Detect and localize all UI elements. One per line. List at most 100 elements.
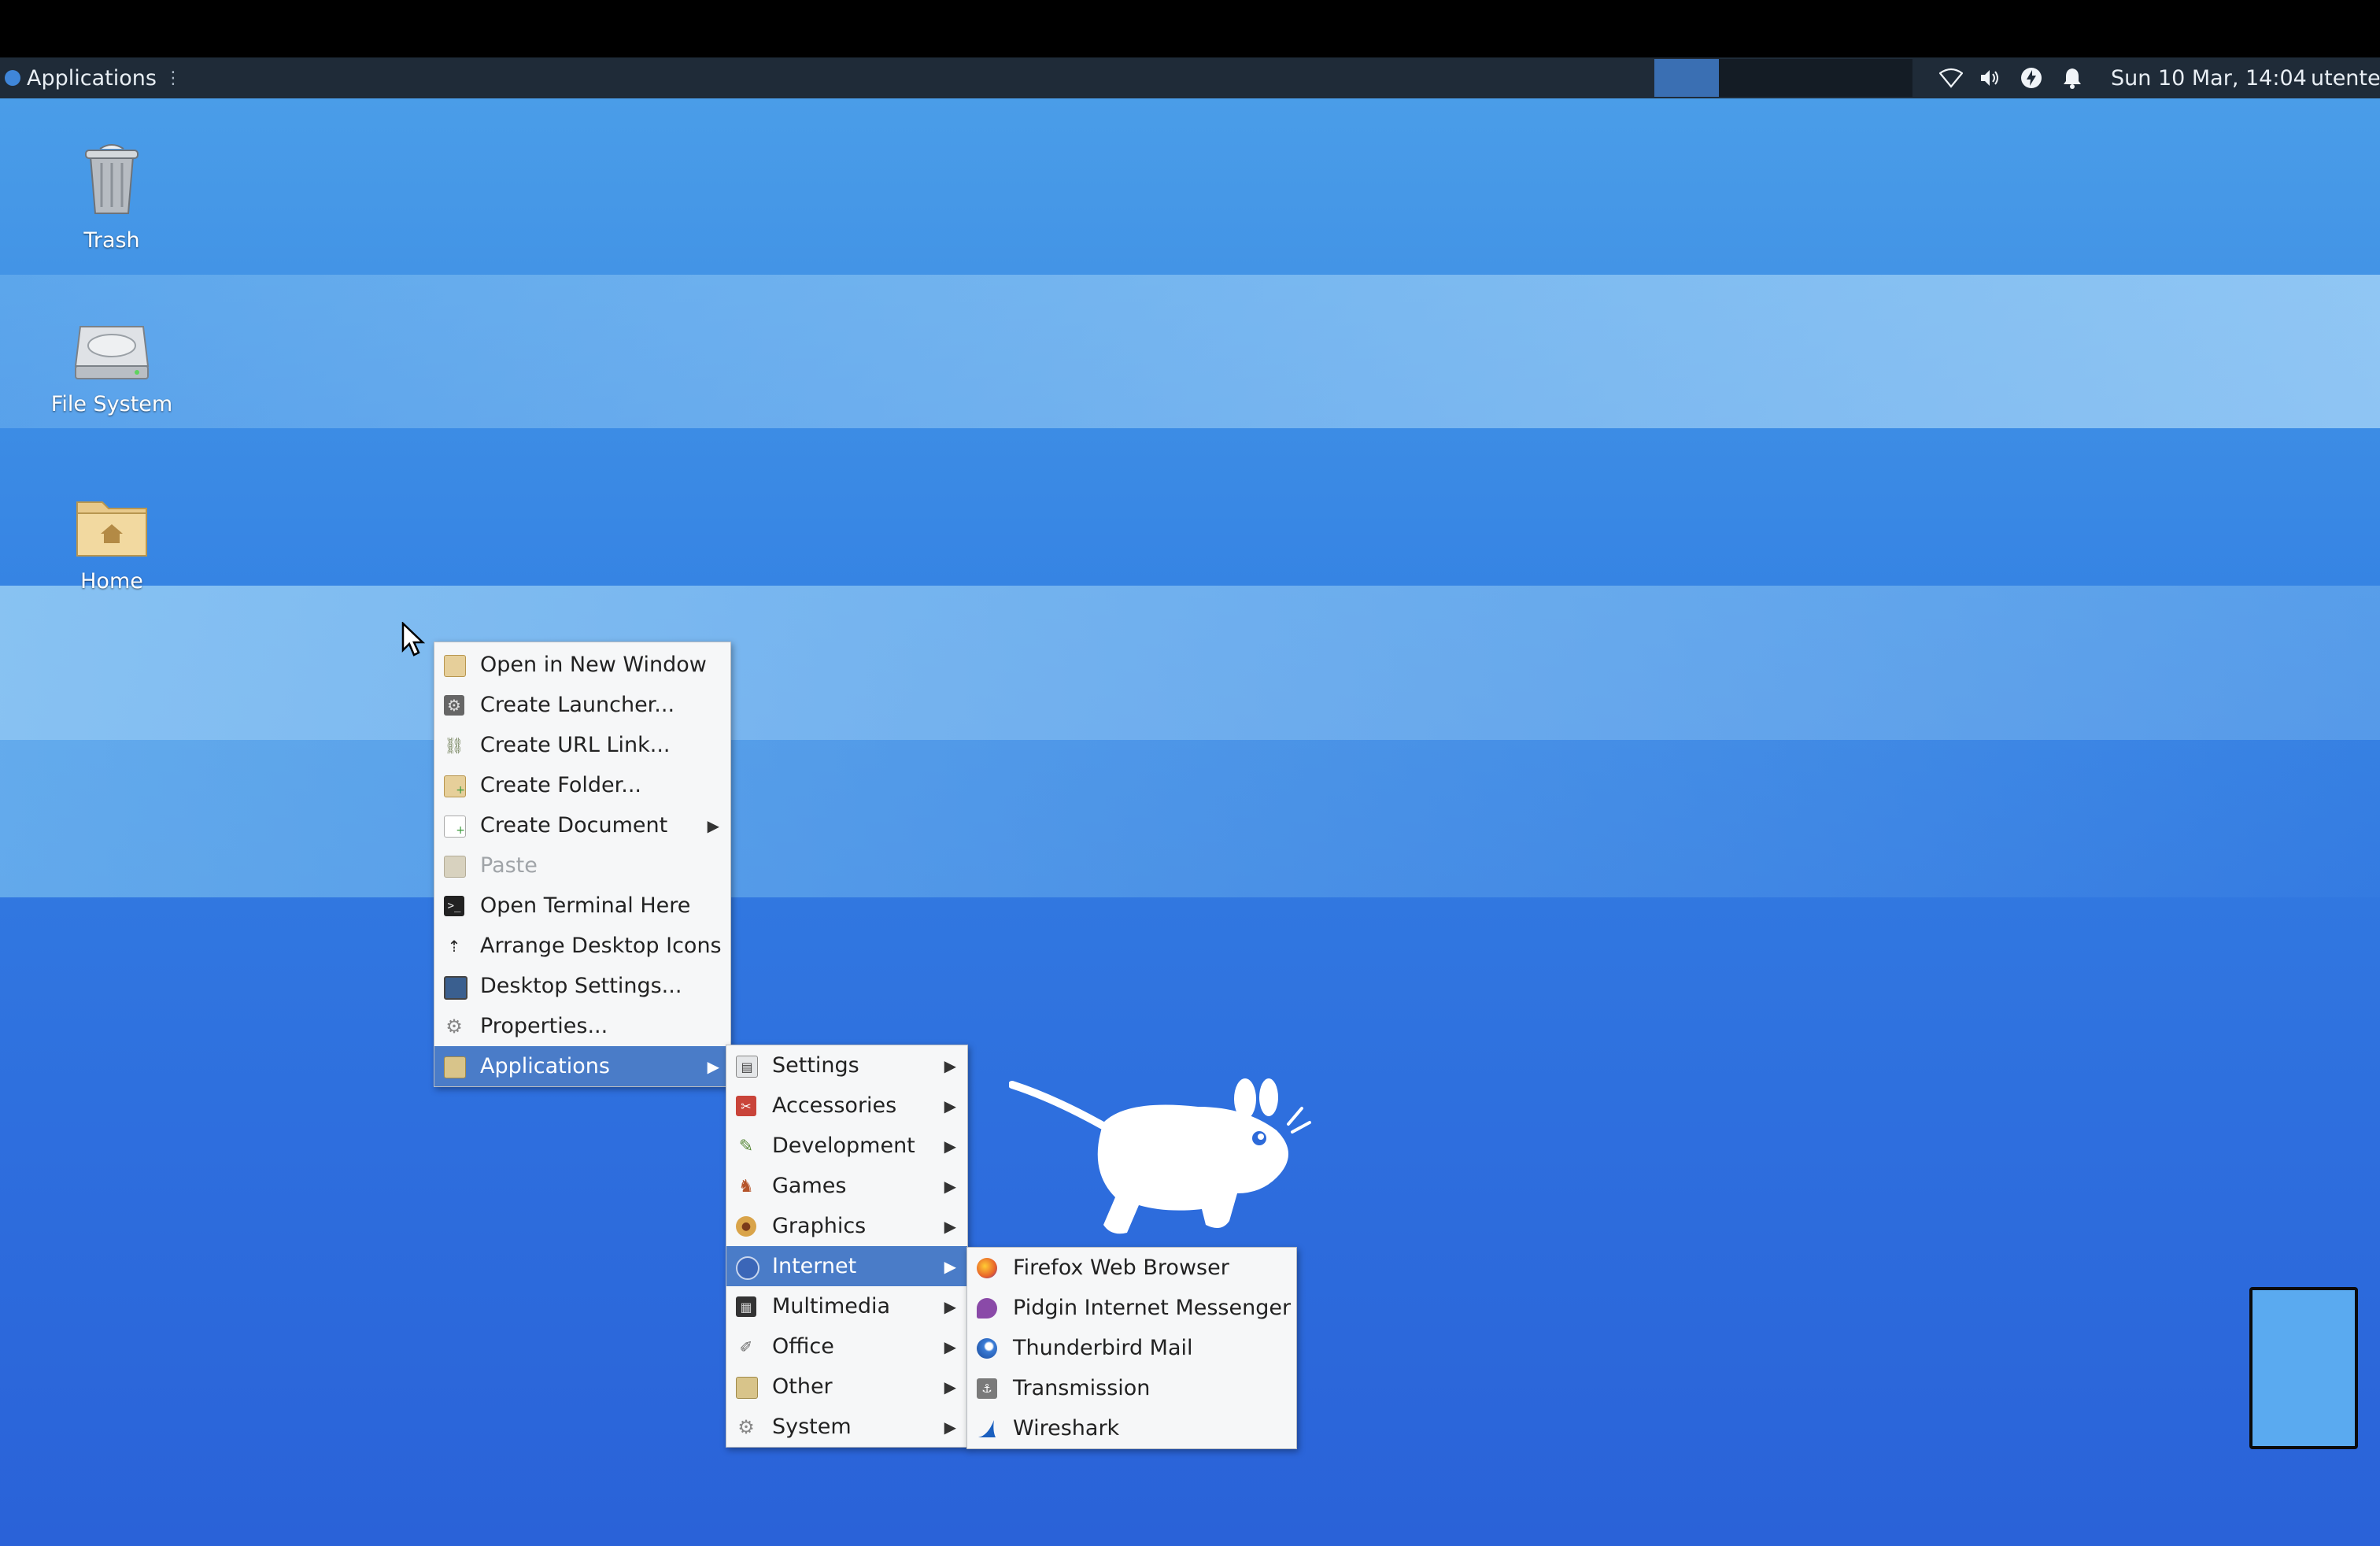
menu-item-label: Settings: [772, 1053, 859, 1078]
submenu-arrow-icon: ▶: [707, 1057, 719, 1076]
mouse-cursor-icon: [401, 622, 425, 656]
menu-item-label: Create Launcher...: [480, 693, 675, 717]
menu-item-development[interactable]: ✎ Development ▶: [726, 1126, 967, 1166]
menu-item-other[interactable]: Other ▶: [726, 1367, 967, 1407]
menu-item-label: Graphics: [772, 1214, 867, 1238]
submenu-arrow-icon: ▶: [944, 1217, 956, 1236]
menu-item-desktop-settings[interactable]: Desktop Settings...: [434, 966, 730, 1006]
top-panel: Applications ⋮ Sun 10 Mar, 14:04 utente: [0, 57, 2380, 99]
menu-item-accessories[interactable]: ✂ Accessories ▶: [726, 1086, 967, 1126]
workspace-4[interactable]: [1848, 59, 1913, 97]
desktop-context-menu: Open in New Window ⚙ Create Launcher... …: [434, 642, 731, 1087]
link-icon: ⛓: [444, 736, 464, 755]
workspace-3[interactable]: [1783, 59, 1848, 97]
submenu-arrow-icon: ▶: [944, 1257, 956, 1276]
applications-menu-button[interactable]: Applications ⋮: [5, 57, 182, 98]
menu-item-label: Pidgin Internet Messenger: [1013, 1296, 1292, 1320]
wallpaper-band: [0, 275, 2380, 428]
wallpaper-band: [0, 586, 2380, 740]
menu-item-create-launcher[interactable]: ⚙ Create Launcher...: [434, 685, 730, 725]
applications-icon: [444, 1056, 466, 1078]
menu-item-applications[interactable]: Applications ▶: [434, 1046, 730, 1086]
menu-item-label: Applications: [480, 1054, 610, 1078]
applications-label: Applications: [27, 65, 157, 91]
pidgin-icon: [977, 1298, 997, 1319]
menu-item-label: Internet: [772, 1254, 857, 1278]
menu-item-label: Other: [772, 1374, 833, 1399]
user-menu[interactable]: utente: [2311, 57, 2380, 98]
menu-item-settings[interactable]: ▤ Settings ▶: [726, 1045, 967, 1086]
menu-item-label: Create Document: [480, 813, 668, 838]
panel-grip-icon: ⋮: [164, 68, 182, 88]
menu-item-properties[interactable]: ⚙ Properties...: [434, 1006, 730, 1046]
home-folder-icon: [76, 501, 147, 557]
menu-item-label: Development: [772, 1134, 915, 1158]
volume-icon[interactable]: [1977, 65, 2004, 91]
firefox-icon: [977, 1258, 997, 1278]
window-preview[interactable]: [2249, 1287, 2358, 1449]
desktop-icon-trash[interactable]: Trash: [33, 139, 190, 253]
panel-clock[interactable]: Sun 10 Mar, 14:04: [2111, 57, 2307, 98]
trash-icon: [85, 144, 139, 214]
menu-item-create-document[interactable]: + Create Document ▶: [434, 805, 730, 845]
internet-submenu: Firefox Web Browser Pidgin Internet Mess…: [966, 1247, 1297, 1449]
menu-item-internet[interactable]: Internet ▶: [726, 1246, 967, 1286]
submenu-arrow-icon: ▶: [944, 1137, 956, 1156]
folder-icon: [444, 655, 466, 677]
office-icon: ✐: [739, 1337, 753, 1356]
desktop-icon-filesystem[interactable]: File System: [33, 319, 190, 416]
menu-item-office[interactable]: ✐ Office ▶: [726, 1326, 967, 1367]
menu-item-wireshark[interactable]: Wireshark: [967, 1408, 1296, 1448]
menu-item-system[interactable]: ⚙ System ▶: [726, 1407, 967, 1447]
power-icon[interactable]: [2018, 65, 2045, 91]
launcher-icon: ⚙: [444, 695, 464, 716]
menu-item-pidgin[interactable]: Pidgin Internet Messenger: [967, 1288, 1296, 1328]
paste-icon: [444, 856, 466, 878]
accessories-icon: ✂: [736, 1096, 756, 1116]
workspace-1[interactable]: [1654, 59, 1719, 97]
menu-item-label: Open in New Window: [480, 653, 707, 677]
terminal-icon: >_: [444, 896, 464, 916]
submenu-arrow-icon: ▶: [944, 1418, 956, 1437]
menu-item-graphics[interactable]: ● Graphics ▶: [726, 1206, 967, 1246]
menu-item-games[interactable]: ♞ Games ▶: [726, 1166, 967, 1206]
monitor-icon: [444, 976, 468, 1000]
menu-item-transmission[interactable]: ⚓ Transmission: [967, 1368, 1296, 1408]
games-icon: ♞: [738, 1176, 754, 1196]
menu-item-label: Accessories: [772, 1093, 897, 1118]
top-black-bar: [0, 0, 2380, 57]
menu-item-arrange-icons[interactable]: ⇡ Arrange Desktop Icons: [434, 926, 730, 966]
desktop-icon-label: Home: [80, 569, 143, 594]
bell-icon[interactable]: [2059, 65, 2086, 91]
submenu-arrow-icon: ▶: [944, 1177, 956, 1196]
wifi-icon[interactable]: [1938, 65, 1964, 91]
submenu-arrow-icon: ▶: [944, 1097, 956, 1115]
menu-item-create-url-link[interactable]: ⛓ Create URL Link...: [434, 725, 730, 765]
menu-item-create-folder[interactable]: + Create Folder...: [434, 765, 730, 805]
xfce-mouse-logo: [1009, 1078, 1311, 1234]
menu-item-label: Open Terminal Here: [480, 893, 691, 918]
menu-item-open-new-window[interactable]: Open in New Window: [434, 645, 730, 685]
workspace-2[interactable]: [1719, 59, 1783, 97]
menu-item-label: Paste: [480, 853, 538, 878]
menu-item-label: Properties...: [480, 1014, 608, 1038]
menu-item-label: Desktop Settings...: [480, 974, 682, 998]
desktop-icon-label: Trash: [83, 228, 140, 253]
desktop-icon-home[interactable]: Home: [33, 496, 190, 594]
wireshark-icon: [977, 1418, 997, 1439]
menu-item-thunderbird[interactable]: Thunderbird Mail: [967, 1328, 1296, 1368]
menu-item-label: Games: [772, 1174, 847, 1198]
system-icon: ⚙: [737, 1416, 755, 1438]
submenu-arrow-icon: ▶: [944, 1378, 956, 1396]
menu-item-label: System: [772, 1415, 852, 1439]
graphics-icon: ●: [736, 1216, 756, 1237]
menu-item-label: Transmission: [1013, 1376, 1151, 1400]
menu-item-firefox[interactable]: Firefox Web Browser: [967, 1248, 1296, 1288]
menu-item-label: Arrange Desktop Icons: [480, 934, 722, 958]
settings-icon: ▤: [736, 1056, 758, 1078]
applications-submenu: ▤ Settings ▶ ✂ Accessories ▶ ✎ Developme…: [726, 1045, 968, 1448]
submenu-arrow-icon: ▶: [707, 816, 719, 835]
arrange-icon: ⇡: [447, 937, 461, 956]
menu-item-multimedia[interactable]: ▦ Multimedia ▶: [726, 1286, 967, 1326]
menu-item-open-terminal[interactable]: >_ Open Terminal Here: [434, 886, 730, 926]
